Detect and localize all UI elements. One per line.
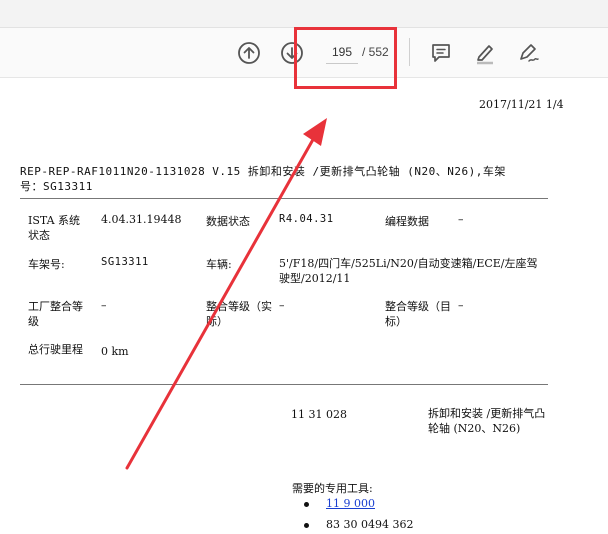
sign-button[interactable] (515, 40, 541, 66)
vin-value: SG13311 (101, 256, 149, 268)
tool-bullet (304, 523, 309, 528)
print-date-page: 2017/11/21 1/4 (479, 98, 564, 111)
arrow-up-circle-icon (238, 42, 260, 64)
page-total-label: / 552 (362, 45, 389, 59)
highlighter-icon (477, 45, 493, 65)
mileage-label: 总行驶里程 (28, 343, 83, 356)
actual-level-value: – (279, 299, 285, 312)
ista-value: 4.04.31.19448 (101, 213, 182, 226)
programming-data-label: 编程数据 (385, 215, 429, 228)
comment-icon (432, 44, 450, 62)
factory-level-value: – (101, 299, 107, 312)
mileage-value: 0 km (101, 345, 129, 358)
vehicle-value: 5'/F18/四门车/525Li/N20/自动变速箱/ECE/左座驾驶型/201… (279, 257, 538, 285)
tool-link-11-9-000[interactable]: 11 9 000 (326, 497, 375, 510)
sign-pen-icon (520, 44, 539, 62)
factory-level-label: 工厂整合等级 (28, 300, 83, 328)
data-status-value: R4.04.31 (279, 213, 334, 225)
data-status-label: 数据状态 (206, 215, 250, 228)
section-divider-2 (20, 384, 548, 385)
page-number-input[interactable] (326, 40, 358, 64)
target-level-value: – (458, 299, 464, 312)
programming-data-value: – (458, 213, 464, 226)
previous-page-button[interactable] (236, 40, 262, 66)
section-divider (20, 198, 548, 199)
tool-bullet (304, 502, 309, 507)
tool-item-83-30: 83 30 0494 362 (326, 518, 414, 531)
window-top-strip (0, 0, 608, 28)
actual-level-label: 整合等级（实际） (206, 300, 272, 328)
highlight-button[interactable] (472, 40, 498, 66)
tools-heading: 需要的专用工具: (292, 482, 373, 495)
comment-button[interactable] (428, 40, 454, 66)
target-level-label: 整合等级（目标） (385, 300, 451, 328)
arrow-down-circle-icon (281, 42, 303, 64)
procedure-number: 11 31 028 (291, 408, 347, 421)
doc-title-line1: REP-REP-RAF1011N20-1131028 V.15 拆卸和安装 /更… (20, 165, 506, 178)
pdf-toolbar (0, 28, 608, 78)
toolbar-separator (409, 38, 410, 66)
procedure-title: 拆卸和安装 /更新排气凸轮轴 (N20、N26) (428, 407, 546, 435)
vin-label: 车架号: (28, 258, 65, 271)
vehicle-label: 车辆: (206, 258, 232, 271)
ista-label: ISTA 系统状态 (28, 214, 81, 242)
doc-title-line2: 号：SG13311 (20, 180, 93, 193)
next-page-button[interactable] (279, 40, 305, 66)
